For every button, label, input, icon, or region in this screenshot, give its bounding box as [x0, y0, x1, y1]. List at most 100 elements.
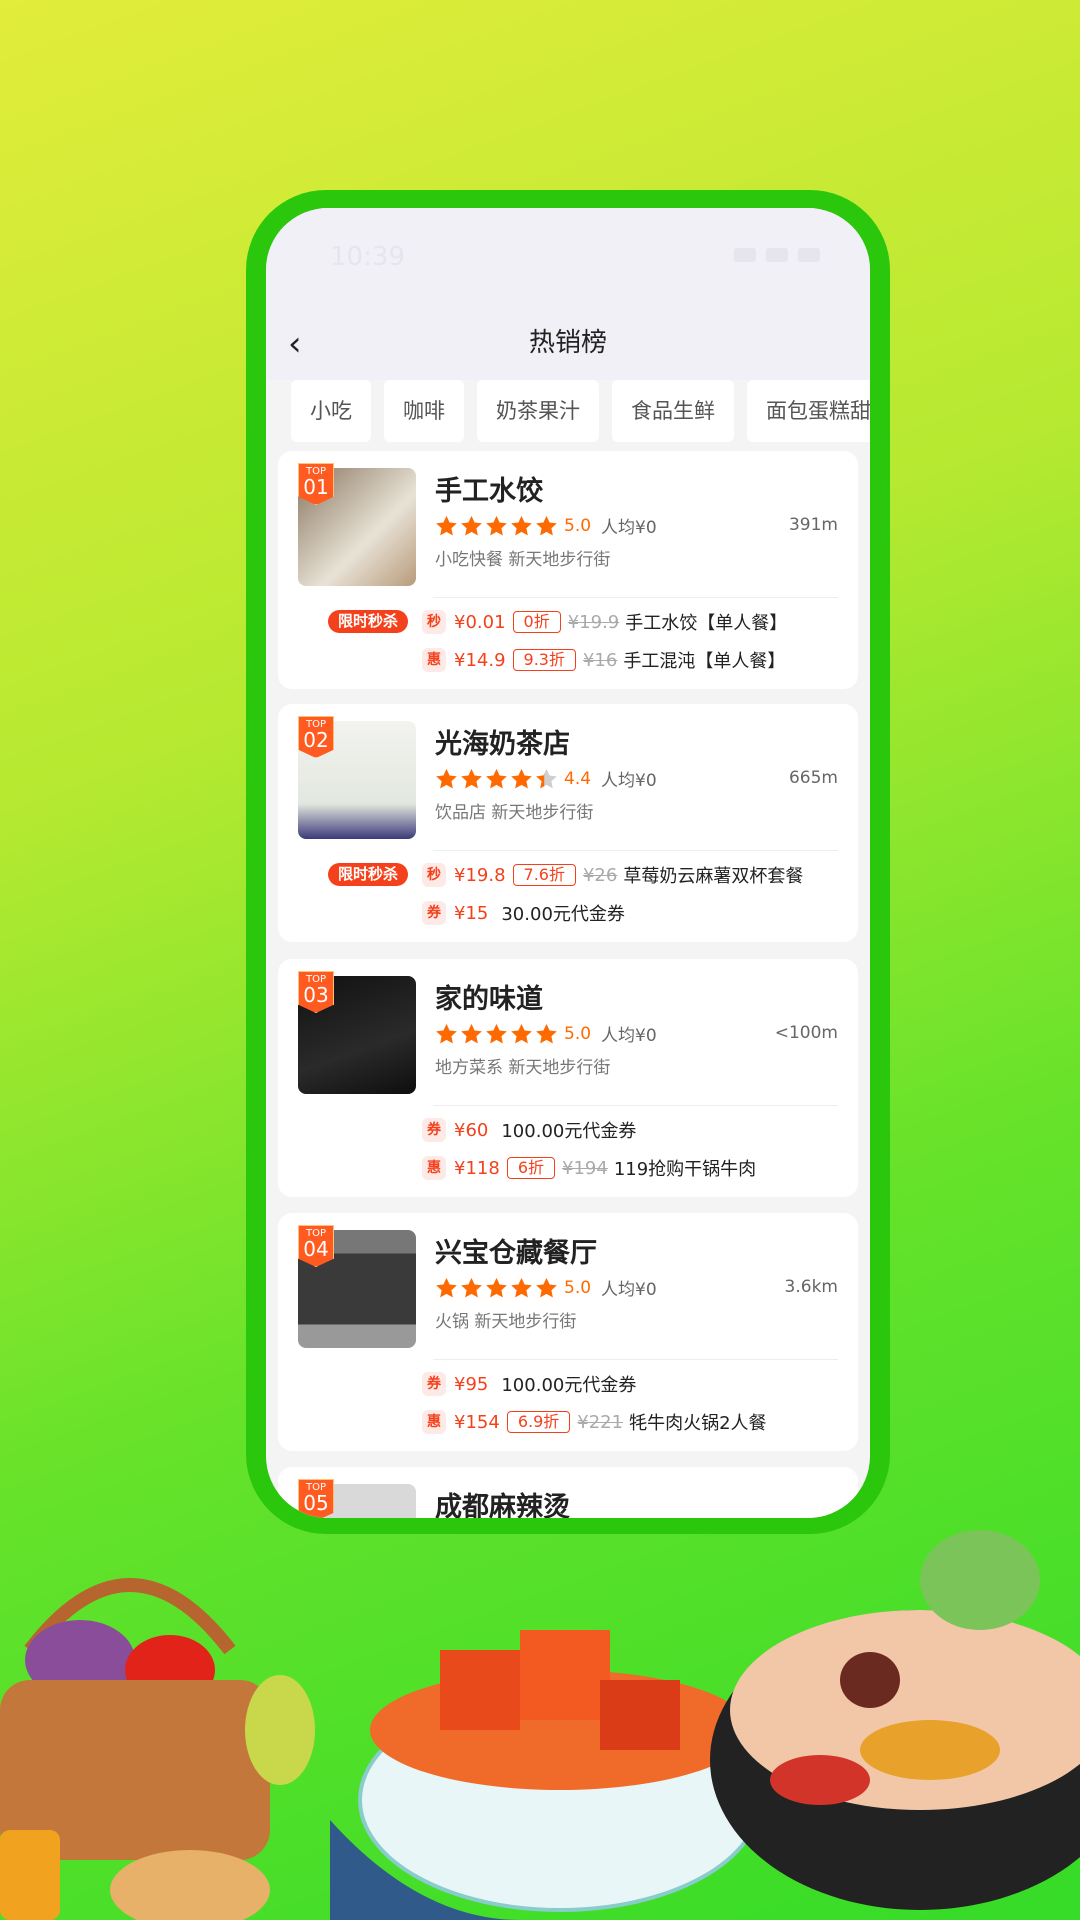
phone-frame: 10:39 ‹ 热销榜 小吃 咖啡 奶茶果汁 食品生鲜 面包蛋糕甜 TOP 01 … [246, 190, 890, 1534]
deal-type-icon: 惠 [422, 1156, 446, 1180]
deal-type-icon: 惠 [422, 1410, 446, 1434]
original-price: ¥221 [577, 1411, 624, 1433]
shop-card[interactable]: TOP 04 兴宝仓藏餐厅 5.0 人均¥0 3.6km 火锅 新天地步行街 券 ¥95… [278, 1213, 858, 1451]
flash-sale-badge: 限时秒杀 [328, 863, 409, 886]
status-time: 10:39 [330, 242, 405, 272]
deal-type-icon: 秒 [422, 863, 446, 887]
deal-row[interactable]: 惠 ¥154 6.9折 ¥221 牦牛肉火锅2人餐 [422, 1409, 767, 1435]
food-illustration [0, 1530, 1080, 1920]
star-icon [536, 1277, 557, 1297]
deal-price: ¥0.01 [454, 611, 506, 633]
rating-score: 5.0 [564, 515, 592, 536]
avg-price: 人均¥0 [601, 771, 657, 791]
star-icon [461, 1277, 482, 1297]
star-icon [536, 1023, 557, 1043]
shop-category: 小吃快餐 新天地步行街 [435, 550, 611, 570]
rating: 5.0 人均¥0 [435, 513, 657, 538]
deal-price: ¥154 [454, 1411, 500, 1433]
deal-row[interactable]: 券 ¥15 30.00元代金券 [422, 900, 625, 926]
deal-title: 手工水饺【单人餐】 [625, 613, 788, 634]
deal-price: ¥19.8 [454, 864, 506, 886]
avg-price: 人均¥0 [601, 1026, 657, 1046]
rating: 5.0 人均¥0 [435, 1275, 657, 1300]
star-icon [436, 1277, 457, 1297]
deal-row[interactable]: 惠 ¥118 6折 ¥194 119抢购干锅牛肉 [422, 1155, 756, 1181]
star-icon [536, 768, 557, 788]
deal-price: ¥118 [454, 1157, 500, 1179]
rank-badge: TOP 03 [298, 971, 334, 1013]
header: 10:39 ‹ 热销榜 [266, 208, 870, 380]
tab-fresh-food[interactable]: 食品生鲜 [612, 380, 734, 442]
discount-tag: 7.6折 [512, 864, 576, 886]
tab-snack[interactable]: 小吃 [291, 380, 371, 442]
deal-price: ¥15 [454, 902, 489, 924]
deal-row[interactable]: 惠 ¥14.9 9.3折 ¥16 手工混沌【单人餐】 [422, 647, 785, 673]
spicy-dish-bowl [330, 1630, 762, 1920]
vegetable-basket [0, 1578, 315, 1920]
star-icon [536, 515, 557, 535]
star-icon [511, 1277, 532, 1297]
shop-name: 手工水饺 [435, 476, 543, 507]
tab-milk-tea[interactable]: 奶茶果汁 [477, 380, 599, 442]
divider [433, 1359, 838, 1360]
distance: 665m [788, 768, 838, 788]
original-price: ¥194 [562, 1157, 608, 1179]
discount-tag: 0折 [512, 611, 561, 633]
rank-badge: TOP 02 [298, 716, 334, 758]
deal-title: 119抢购干锅牛肉 [613, 1159, 757, 1180]
app-screen: 10:39 ‹ 热销榜 小吃 咖啡 奶茶果汁 食品生鲜 面包蛋糕甜 TOP 01 … [266, 208, 870, 1518]
rating-score: 5.0 [564, 1277, 592, 1298]
original-price: ¥26 [582, 864, 618, 886]
rating: 4.4 人均¥0 [435, 766, 657, 791]
discount-tag: 6.9折 [506, 1411, 571, 1433]
shop-category: 火锅 新天地步行街 [435, 1312, 577, 1332]
star-icon [486, 768, 507, 788]
star-icon [461, 515, 482, 535]
shop-category: 饮品店 新天地步行街 [435, 803, 594, 823]
deal-row[interactable]: 券 ¥60 100.00元代金券 [422, 1117, 636, 1143]
star-icon [511, 515, 532, 535]
page-title: 热销榜 [528, 328, 607, 358]
hotpot [710, 1530, 1080, 1910]
shop-card[interactable]: TOP 03 家的味道 5.0 人均¥0 <100m 地方菜系 新天地步行街 券 ¥60… [278, 959, 858, 1197]
divider [433, 850, 838, 851]
avg-price: 人均¥0 [601, 1280, 657, 1300]
star-icon [436, 515, 457, 535]
rating-score: 4.4 [564, 768, 592, 789]
deal-title: 草莓奶云麻薯双杯套餐 [623, 866, 804, 887]
rating: 5.0 人均¥0 [435, 1021, 657, 1046]
star-icon [511, 768, 532, 788]
deal-title: 100.00元代金券 [501, 1121, 637, 1142]
star-icon [486, 515, 507, 535]
star-icon [486, 1023, 507, 1043]
deal-price: ¥60 [454, 1119, 489, 1141]
shop-name: 光海奶茶店 [435, 729, 570, 760]
deal-row[interactable]: 秒 ¥0.01 0折 ¥19.9 手工水饺【单人餐】 [422, 609, 787, 635]
star-icon [436, 768, 457, 788]
deal-type-icon: 券 [422, 1372, 446, 1396]
deal-type-icon: 秒 [422, 610, 446, 634]
original-price: ¥19.9 [567, 611, 620, 633]
shop-category: 地方菜系 新天地步行街 [435, 1058, 611, 1078]
star-icon [511, 1023, 532, 1043]
discount-tag: 6折 [506, 1157, 555, 1179]
shop-card[interactable]: TOP 01 手工水饺 5.0 人均¥0 391m 小吃快餐 新天地步行街 限时秒杀秒… [278, 451, 858, 689]
tab-coffee[interactable]: 咖啡 [384, 380, 464, 442]
deal-title: 手工混沌【单人餐】 [623, 651, 786, 672]
deal-price: ¥14.9 [454, 649, 506, 671]
deal-title: 牦牛肉火锅2人餐 [629, 1413, 767, 1434]
rank-badge: TOP 01 [298, 463, 334, 505]
status-icons [734, 248, 820, 262]
original-price: ¥16 [582, 649, 618, 671]
deal-row[interactable]: 秒 ¥19.8 7.6折 ¥26 草莓奶云麻薯双杯套餐 [422, 862, 803, 888]
shop-name: 家的味道 [435, 984, 543, 1015]
rating-score: 5.0 [564, 1023, 592, 1044]
tab-bakery[interactable]: 面包蛋糕甜 [747, 380, 870, 442]
shop-card[interactable]: TOP 02 光海奶茶店 4.4 人均¥0 665m 饮品店 新天地步行街 限时秒杀秒… [278, 704, 858, 942]
deal-row[interactable]: 券 ¥95 100.00元代金券 [422, 1371, 636, 1397]
discount-tag: 9.3折 [512, 649, 576, 671]
divider [433, 597, 838, 598]
distance: 391m [788, 515, 838, 535]
avg-price: 人均¥0 [601, 518, 657, 538]
distance: <100m [774, 1023, 838, 1043]
